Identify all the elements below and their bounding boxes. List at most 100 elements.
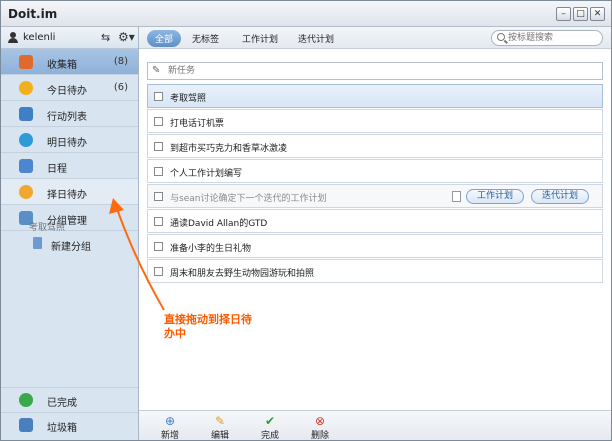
delete-label: 删除 xyxy=(310,431,329,441)
task-row[interactable]: 与sean讨论确定下一个迭代的工作计划 工作计划 迭代计划 xyxy=(147,184,603,208)
sidebar-item-label: 择日待办 xyxy=(47,190,87,201)
main-panel: 全部 无标签 工作计划 迭代计划 ✎ 考取驾照 打电话订机票 xyxy=(139,27,611,441)
annotation-text: 直接拖动到择日待 办中 xyxy=(164,313,294,341)
sidebar-item-trash[interactable]: 垃圾箱 xyxy=(1,412,138,436)
sidebar-item-schedule[interactable]: 日程 xyxy=(1,153,138,179)
task-row[interactable]: 周末和朋友去野生动物园游玩和拍照 xyxy=(147,259,603,283)
check-icon: ✔ xyxy=(264,414,276,428)
maximize-button[interactable]: □ xyxy=(573,7,588,21)
sidebar-item-label: 今日待办 xyxy=(47,86,87,97)
drag-ghost-label: 考取驾照 xyxy=(29,223,66,233)
edit-button[interactable]: ✎ 编辑 xyxy=(203,414,237,441)
search-box xyxy=(491,30,603,46)
filter-bar: 全部 无标签 工作计划 迭代计划 xyxy=(139,27,611,49)
task-tag-iteration-plan[interactable]: 迭代计划 xyxy=(531,189,590,204)
sidebar-item-new-group[interactable]: 新建分组 xyxy=(1,231,138,255)
trash-icon xyxy=(19,418,33,432)
sidebar-item-today[interactable]: 今日待办 (6) xyxy=(1,75,138,101)
task-row[interactable]: 准备小李的生日礼物 xyxy=(147,234,603,258)
window-controls: – □ ✕ xyxy=(556,7,605,21)
pencil-icon: ✎ xyxy=(214,414,226,428)
delete-icon: ⊗ xyxy=(314,414,326,428)
user-icon xyxy=(8,32,18,43)
sidebar-item-action-list[interactable]: 行动列表 xyxy=(1,101,138,127)
sidebar-item-someday[interactable]: 择日待办 xyxy=(1,179,138,205)
star-icon xyxy=(19,81,33,95)
task-checkbox[interactable] xyxy=(154,192,163,201)
task-text: 周末和朋友去野生动物园游玩和拍照 xyxy=(170,269,315,279)
sidebar: kelenli ⇆ ⚙▾ 收集箱 (8) 今日待办 (6) 行动列表 明日待办 … xyxy=(1,27,139,440)
pencil-icon: ✎ xyxy=(152,65,161,76)
sidebar-item-label: 收集箱 xyxy=(47,60,77,71)
task-checkbox[interactable] xyxy=(154,167,163,176)
task-row[interactable]: 到超市买巧克力和香草冰激凌 xyxy=(147,134,603,158)
search-icon xyxy=(497,33,505,41)
sidebar-item-label: 垃圾箱 xyxy=(47,423,77,434)
task-row[interactable]: 个人工作计划编写 xyxy=(147,159,603,183)
edit-label: 编辑 xyxy=(210,431,229,441)
sidebar-item-groups[interactable]: 分组管理 xyxy=(1,205,138,231)
add-label: 新增 xyxy=(160,431,179,441)
filter-tag-all[interactable]: 全部 xyxy=(147,30,182,47)
delete-button[interactable]: ⊗ 删除 xyxy=(303,414,337,441)
note-icon[interactable] xyxy=(452,191,461,202)
app-window: Doit.im – □ ✕ kelenli ⇆ ⚙▾ 收集箱 (8) 今日待办 … xyxy=(0,0,612,441)
user-bar: kelenli ⇆ ⚙▾ xyxy=(1,27,138,49)
title-bar: Doit.im – □ ✕ xyxy=(1,1,611,27)
task-checkbox[interactable] xyxy=(154,92,163,101)
task-row[interactable]: 打电话订机票 xyxy=(147,109,603,133)
list-icon xyxy=(19,107,33,121)
sidebar-item-inbox[interactable]: 收集箱 (8) xyxy=(1,49,138,75)
task-text: 准备小李的生日礼物 xyxy=(170,244,252,254)
sidebar-item-count: (8) xyxy=(113,56,128,67)
task-text: 个人工作计划编写 xyxy=(170,169,243,179)
close-button[interactable]: ✕ xyxy=(590,7,605,21)
task-checkbox[interactable] xyxy=(154,217,163,226)
task-text: 通读David Allan的GTD xyxy=(170,219,268,229)
sidebar-item-label: 已完成 xyxy=(47,398,77,409)
check-circle-icon xyxy=(19,393,33,407)
complete-label: 完成 xyxy=(260,431,279,441)
sidebar-item-label: 行动列表 xyxy=(47,112,87,123)
sidebar-item-count: (6) xyxy=(113,82,128,93)
filter-tag-untagged[interactable]: 无标签 xyxy=(192,32,219,45)
task-list: 考取驾照 打电话订机票 到超市买巧克力和香草冰激凌 个人工作计划编写 与sean… xyxy=(147,84,603,284)
target-icon xyxy=(19,133,33,147)
filter-tag-iteration-plan[interactable]: 迭代计划 xyxy=(298,32,334,45)
gear-icon[interactable]: ⚙▾ xyxy=(118,30,135,44)
task-checkbox[interactable] xyxy=(154,142,163,151)
sidebar-item-label: 明日待办 xyxy=(47,138,87,149)
new-task-input[interactable] xyxy=(168,65,588,77)
search-input[interactable] xyxy=(508,32,598,44)
inbox-icon xyxy=(19,55,33,69)
task-text: 考取驾照 xyxy=(170,94,207,104)
task-row[interactable]: 通读David Allan的GTD xyxy=(147,209,603,233)
app-title: Doit.im xyxy=(8,7,58,21)
task-checkbox[interactable] xyxy=(154,117,163,126)
document-icon xyxy=(33,237,42,249)
sidebar-item-tomorrow[interactable]: 明日待办 xyxy=(1,127,138,153)
sidebar-item-label: 日程 xyxy=(47,164,67,175)
clock-icon xyxy=(19,185,33,199)
complete-button[interactable]: ✔ 完成 xyxy=(253,414,287,441)
add-button[interactable]: ⊕ 新增 xyxy=(153,414,187,441)
task-text: 打电话订机票 xyxy=(170,119,225,129)
minimize-button[interactable]: – xyxy=(556,7,571,21)
sync-icon[interactable]: ⇆ xyxy=(101,31,110,44)
user-name[interactable]: kelenli xyxy=(23,32,55,43)
new-task-box: ✎ xyxy=(147,62,603,80)
calendar-icon xyxy=(19,159,33,173)
task-checkbox[interactable] xyxy=(154,242,163,251)
task-row[interactable]: 考取驾照 xyxy=(147,84,603,108)
sidebar-item-label: 新建分组 xyxy=(51,242,91,253)
annotation-line-1: 直接拖动到择日待 xyxy=(164,313,252,326)
task-text: 到超市买巧克力和香草冰激凌 xyxy=(170,144,288,154)
filter-tag-work-plan[interactable]: 工作计划 xyxy=(242,32,278,45)
plus-icon: ⊕ xyxy=(164,414,176,428)
task-tag-work-plan[interactable]: 工作计划 xyxy=(466,189,525,204)
bottom-toolbar: ⊕ 新增 ✎ 编辑 ✔ 完成 ⊗ 删除 xyxy=(139,410,611,441)
sidebar-item-completed[interactable]: 已完成 xyxy=(1,387,138,411)
task-checkbox[interactable] xyxy=(154,267,163,276)
task-text: 与sean讨论确定下一个迭代的工作计划 xyxy=(170,194,327,204)
annotation-line-2: 办中 xyxy=(164,327,186,340)
